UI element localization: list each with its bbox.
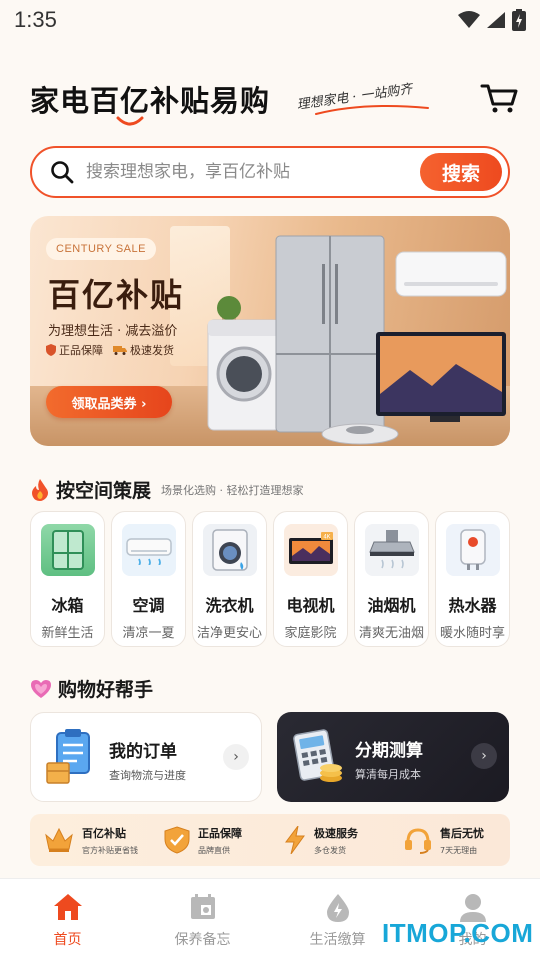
smile-underline-icon — [116, 116, 144, 126]
banner-tag: CENTURY SALE — [46, 238, 156, 260]
water-heater-icon — [446, 524, 500, 576]
category-desc: 暖水随时享 — [439, 626, 505, 641]
cart-icon[interactable] — [480, 82, 518, 114]
category-card-water-heater[interactable]: 热水器 暖水随时享 — [435, 511, 510, 647]
guarantee-title: 百亿补贴 — [82, 826, 126, 840]
wifi-icon — [458, 11, 480, 28]
status-time: 1:35 — [14, 7, 57, 32]
washing-machine-icon — [203, 524, 257, 576]
home-icon — [53, 894, 82, 920]
category-desc: 清爽无油烟 — [358, 626, 424, 641]
chevron-right-icon[interactable]: › — [471, 743, 497, 769]
tab-home[interactable]: 首页 — [0, 879, 135, 960]
installment-title: 分期测算 — [355, 741, 423, 761]
helper-section-title: 购物好帮手 — [58, 679, 154, 701]
notebook-icon — [190, 894, 215, 919]
category-name: 油烟机 — [367, 596, 416, 615]
signal-icon — [487, 12, 505, 28]
tab-label: 保养备忘 — [174, 932, 231, 948]
claim-coupon-button[interactable]: 领取品类券 › — [46, 386, 172, 418]
banner-badge-label: 正品保障 — [59, 344, 103, 357]
helper-section-header: 购物好帮手 — [30, 675, 153, 702]
guarantee-bar: 百亿补贴官方补贴更省钱 正品保障品牌直供 极速服务多仓发货 售后无忧 7天无理由 — [30, 814, 510, 866]
guarantee-fast-service: 极速服务 多仓发货 — [270, 825, 390, 856]
my-orders-card[interactable]: 我的订单 查询物流与进度 › — [30, 712, 262, 802]
shield-check-icon — [164, 826, 190, 854]
guarantee-title: 正品保障 — [198, 826, 242, 840]
category-desc: 家庭影院 — [284, 626, 337, 641]
category-desc: 新鲜生活 — [41, 626, 94, 641]
guarantee-subtitle: 多仓发货 — [314, 845, 346, 855]
category-card-television[interactable]: 4K 电视机 家庭影院 — [273, 511, 348, 647]
guarantee-subtitle: 官方补贴更省钱 — [82, 845, 138, 855]
category-section-title: 按空间策展 — [56, 480, 152, 502]
category-name: 热水器 — [448, 596, 497, 615]
category-section-subtitle: 场景化选购 · 轻松打造理想家 — [161, 483, 304, 497]
tab-label: 首页 — [53, 932, 82, 948]
banner-subtitle: 为理想生活 · 减去溢价 — [48, 324, 178, 339]
category-card-refrigerator[interactable]: 冰箱 新鲜生活 — [30, 511, 105, 647]
category-name: 空调 — [132, 596, 165, 615]
search-bar: 搜索 — [30, 146, 510, 198]
category-name: 冰箱 — [51, 596, 84, 615]
helper-cards: 我的订单 查询物流与进度 › 分期测算 算清每月成本 › — [30, 712, 510, 802]
category-name: 电视机 — [286, 596, 335, 615]
installment-calc-card[interactable]: 分期测算 算清每月成本 › — [277, 712, 509, 802]
my-orders-subtitle: 查询物流与进度 — [109, 769, 186, 782]
category-card-range-hood[interactable]: 油烟机 清爽无油烟 — [354, 511, 429, 647]
guarantee-subtitle: 7天无理由 — [440, 845, 478, 855]
category-list: 冰箱 新鲜生活 空调 清凉一夏 洗衣机 洁净更安心 4K 电视机 家庭影院 油烟… — [30, 511, 510, 647]
guarantee-after-sales: 售后无忧 7天无理由 — [390, 825, 510, 856]
category-desc: 清凉一夏 — [122, 626, 175, 641]
banner-badges: 正品保障 极速发货 — [46, 342, 174, 358]
shield-icon — [46, 344, 56, 356]
category-section-header: 按空间策展 场景化选购 · 轻松打造理想家 — [30, 476, 304, 503]
category-card-washing-machine[interactable]: 洗衣机 洁净更安心 — [192, 511, 267, 647]
guarantee-title: 极速服务 — [314, 826, 358, 840]
range-hood-icon — [365, 524, 419, 576]
header: 家电百亿补贴易购 理想家电 · 一站购齐 — [28, 72, 518, 132]
guarantee-genuine: 正品保障 品牌直供 — [150, 825, 270, 856]
heart-icon — [31, 679, 51, 698]
app-title: 家电百亿补贴易购 — [30, 84, 271, 118]
tab-maintenance[interactable]: 保养备忘 — [135, 879, 270, 960]
clipboard-package-icon — [46, 729, 90, 784]
installment-subtitle: 算清每月成本 — [355, 768, 421, 781]
search-button[interactable]: 搜索 — [420, 153, 502, 191]
banner-badge-fast: 极速发货 — [113, 342, 174, 358]
status-icons — [458, 9, 526, 31]
guarantee-subtitle: 品牌直供 — [198, 845, 230, 855]
television-icon: 4K — [284, 524, 338, 576]
calculator-coins-icon — [293, 729, 342, 782]
promo-banner[interactable]: CENTURY SALE 百亿补贴 为理想生活 · 减去溢价 正品保障 极速发货… — [30, 216, 510, 446]
guarantee-subsidy: 百亿补贴官方补贴更省钱 — [30, 825, 150, 856]
headset-icon — [405, 828, 431, 854]
banner-appliances-illustration — [207, 235, 507, 445]
status-bar: 1:35 — [0, 0, 540, 40]
my-orders-title: 我的订单 — [109, 742, 177, 762]
chevron-right-icon[interactable]: › — [223, 744, 249, 770]
fire-icon — [32, 478, 48, 501]
category-card-air-conditioner[interactable]: 空调 清凉一夏 — [111, 511, 186, 647]
drop-bolt-icon — [326, 894, 349, 922]
search-input[interactable] — [86, 162, 406, 182]
watermark: ITMOP.COM — [382, 918, 534, 948]
air-conditioner-icon — [122, 524, 176, 576]
battery-icon — [512, 9, 526, 31]
banner-badge-label: 极速发货 — [130, 344, 174, 357]
lightning-icon — [285, 826, 305, 854]
truck-icon — [113, 346, 127, 355]
banner-badge-genuine: 正品保障 — [46, 342, 103, 358]
banner-title: 百亿补贴 — [48, 276, 185, 314]
guarantee-title: 售后无忧 — [440, 826, 484, 840]
category-name: 洗衣机 — [205, 596, 254, 615]
slogan-underline — [315, 105, 429, 115]
category-desc: 洁净更安心 — [196, 626, 262, 641]
search-icon — [51, 161, 74, 184]
crown-icon — [45, 827, 73, 852]
refrigerator-icon — [41, 524, 95, 576]
svg-text:4K: 4K — [323, 535, 330, 541]
